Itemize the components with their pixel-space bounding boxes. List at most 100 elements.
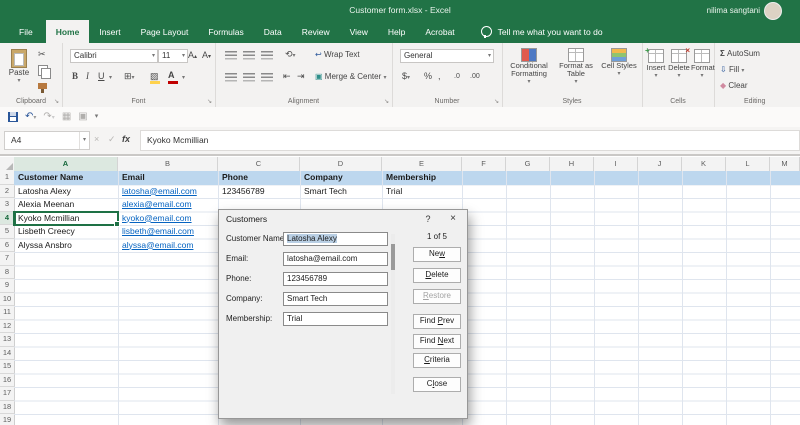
header-cell-email[interactable]: Email xyxy=(118,171,218,185)
cell-b3[interactable]: alexia@email.com xyxy=(118,198,218,212)
decrease-decimal-icon[interactable]: .00 xyxy=(470,72,480,82)
row-header-1[interactable]: 1 xyxy=(0,171,15,185)
name-box-dropdown-icon[interactable]: ▾ xyxy=(79,132,86,149)
row-header-2[interactable]: 2 xyxy=(0,185,15,199)
dialog-help-button[interactable]: ? xyxy=(419,212,437,226)
row-header-12[interactable]: 12 xyxy=(0,320,15,334)
customize-qat-icon[interactable]: ▾ xyxy=(95,111,99,123)
column-header-D[interactable]: D xyxy=(300,157,382,172)
merge-center-button[interactable]: ▣ Merge & Center ▾ xyxy=(315,72,387,81)
row-header-13[interactable]: 13 xyxy=(0,333,15,347)
increase-indent-icon[interactable]: ⇥ xyxy=(297,71,305,81)
dialog-scrollbar[interactable] xyxy=(391,234,395,394)
conditional-formatting-button[interactable]: Conditional Formatting ▾ xyxy=(506,48,552,85)
column-header-B[interactable]: B xyxy=(118,157,218,172)
align-right-icon[interactable] xyxy=(261,73,273,82)
tab-review[interactable]: Review xyxy=(292,20,340,43)
format-painter-icon[interactable] xyxy=(38,83,47,89)
percent-format-icon[interactable]: % xyxy=(424,71,432,81)
autosum-button[interactable]: Σ AutoSum xyxy=(720,49,760,58)
delete-button[interactable]: Delete xyxy=(413,268,461,283)
decrease-font-icon[interactable]: A▾ xyxy=(202,50,211,62)
cell-b4[interactable]: kyoko@email.com xyxy=(118,212,218,226)
increase-font-icon[interactable]: A▴ xyxy=(188,50,197,62)
insert-cells-button[interactable]: + Insert ▾ xyxy=(645,49,667,79)
redo-icon[interactable]: ↷▾ xyxy=(43,111,54,124)
fill-color-icon[interactable]: ▨ xyxy=(150,71,160,84)
cut-icon[interactable]: ✂ xyxy=(38,49,46,59)
field-input-membership[interactable]: Trial xyxy=(283,312,388,326)
tab-file[interactable]: File xyxy=(6,20,46,43)
tab-home[interactable]: Home xyxy=(46,20,90,43)
column-header-C[interactable]: C xyxy=(218,157,300,172)
avatar[interactable] xyxy=(764,2,782,20)
column-header-F[interactable]: F xyxy=(462,157,506,172)
column-header-L[interactable]: L xyxy=(726,157,770,172)
new-button[interactable]: New xyxy=(413,247,461,262)
paste-dropdown-icon[interactable]: ▾ xyxy=(8,77,30,84)
font-color-icon[interactable]: A xyxy=(168,71,178,84)
row-header-16[interactable]: 16 xyxy=(0,374,15,388)
cell-b5[interactable]: lisbeth@email.com xyxy=(118,225,218,239)
borders-qat-icon[interactable]: ▦ xyxy=(62,111,71,123)
tab-insert[interactable]: Insert xyxy=(89,20,130,43)
row-header-6[interactable]: 6 xyxy=(0,239,15,253)
italic-button[interactable]: I xyxy=(86,71,89,81)
clear-button[interactable]: ◆ Clear xyxy=(720,81,748,90)
currency-format-icon[interactable]: $▾ xyxy=(402,71,410,83)
cell-a5[interactable]: Lisbeth Creecy xyxy=(14,225,118,239)
dialog-scrollbar-thumb[interactable] xyxy=(391,244,395,270)
cancel-icon[interactable]: × xyxy=(94,131,99,148)
number-format-select[interactable]: General ▾ xyxy=(400,49,494,63)
save-icon[interactable] xyxy=(8,112,18,122)
font-dialog-launcher-icon[interactable]: ↘ xyxy=(207,98,212,105)
font-color-dropdown-icon[interactable]: ▾ xyxy=(182,74,185,81)
row-header-3[interactable]: 3 xyxy=(0,198,15,212)
field-input-email[interactable]: latosha@email.com xyxy=(283,252,388,266)
column-header-K[interactable]: K xyxy=(682,157,726,172)
dialog-close-icon[interactable]: × xyxy=(444,212,462,226)
tab-help[interactable]: Help xyxy=(378,20,415,43)
header-cell-customer-name[interactable]: Customer Name xyxy=(14,171,118,185)
align-bottom-icon[interactable] xyxy=(261,51,273,60)
close-button[interactable]: Close xyxy=(413,377,461,392)
format-cells-button[interactable]: Format ▾ xyxy=(691,49,713,79)
comma-format-icon[interactable]: , xyxy=(438,71,441,81)
orientation-icon[interactable]: ⟲▾ xyxy=(285,49,296,61)
align-top-icon[interactable] xyxy=(225,51,237,60)
align-middle-icon[interactable] xyxy=(243,51,255,60)
tab-view[interactable]: View xyxy=(340,20,378,43)
undo-icon[interactable]: ↶▾ xyxy=(25,111,36,124)
field-input-phone[interactable]: 123456789 xyxy=(283,272,388,286)
name-box[interactable]: A4 ▾ xyxy=(4,131,90,150)
cell-a3[interactable]: Alexia Meenan xyxy=(14,198,118,212)
tab-data[interactable]: Data xyxy=(254,20,292,43)
cell-e2[interactable]: Trial xyxy=(382,185,462,199)
header-cell-membership[interactable]: Membership xyxy=(382,171,462,185)
column-header-H[interactable]: H xyxy=(550,157,594,172)
cell-c2[interactable]: 123456789 xyxy=(218,185,300,199)
row-header-17[interactable]: 17 xyxy=(0,387,15,401)
cell-b6[interactable]: alyssa@email.com xyxy=(118,239,218,253)
formula-bar-input[interactable]: Kyoko Mcmillian xyxy=(140,130,800,151)
row-header-10[interactable]: 10 xyxy=(0,293,15,307)
row-header-19[interactable]: 19 xyxy=(0,414,15,425)
find-next-button[interactable]: Find Next xyxy=(413,334,461,349)
row-header-7[interactable]: 7 xyxy=(0,252,15,266)
criteria-button[interactable]: Criteria xyxy=(413,353,461,368)
row-header-8[interactable]: 8 xyxy=(0,266,15,280)
account-user-name[interactable]: nilima sangtani xyxy=(707,6,760,15)
cell-a6[interactable]: Alyssa Ansbro xyxy=(14,239,118,253)
clipboard-dialog-launcher-icon[interactable]: ↘ xyxy=(54,98,59,105)
cell-a2[interactable]: Latosha Alexy xyxy=(14,185,118,199)
tab-acrobat[interactable]: Acrobat xyxy=(415,20,464,43)
number-dialog-launcher-icon[interactable]: ↘ xyxy=(494,98,499,105)
align-left-icon[interactable] xyxy=(225,73,237,82)
freeze-panes-icon[interactable]: ▣ xyxy=(78,111,87,123)
bold-button[interactable]: B xyxy=(72,71,78,81)
field-input-customer-name[interactable]: Latosha Alexy xyxy=(283,232,388,246)
column-header-E[interactable]: E xyxy=(382,157,462,172)
row-header-9[interactable]: 9 xyxy=(0,279,15,293)
column-header-G[interactable]: G xyxy=(506,157,550,172)
cell-d2[interactable]: Smart Tech xyxy=(300,185,382,199)
